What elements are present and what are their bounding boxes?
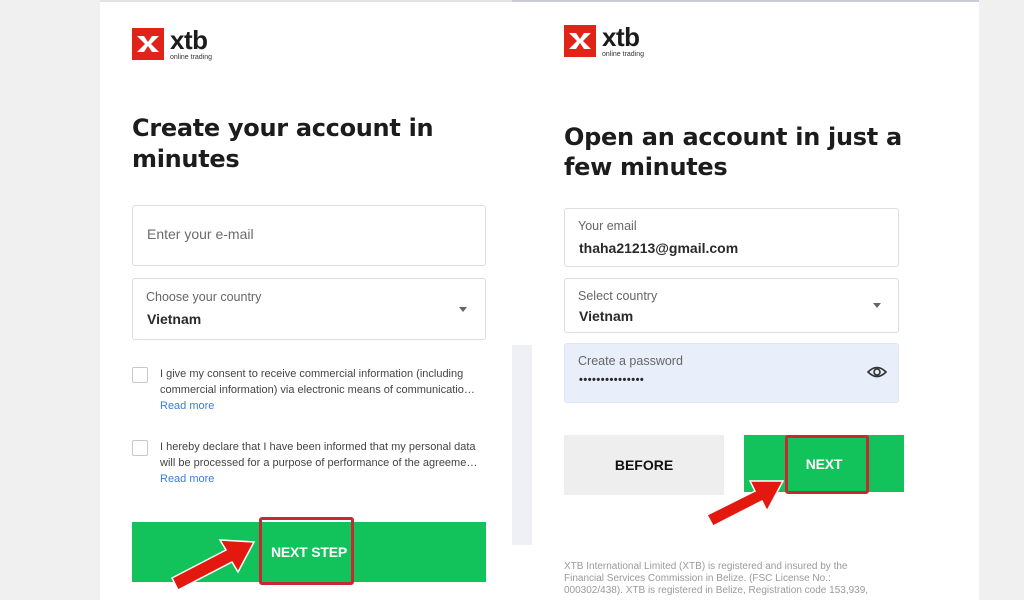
before-button[interactable]: BEFORE	[564, 435, 724, 495]
red-arrow-icon	[705, 480, 785, 527]
page-title: Create your account in minutes	[132, 113, 472, 175]
country-select[interactable]: Select country Vietnam	[564, 278, 899, 333]
marketing-consent-checkbox[interactable]	[132, 367, 148, 383]
country-select[interactable]: Choose your country Vietnam	[132, 278, 486, 340]
disclaimer-line-1: XTB International Limited (XTB) is regis…	[564, 561, 848, 572]
logo-wordmark: xtb	[602, 22, 640, 52]
consent-text-line-1: I give my consent to receive commercial …	[160, 368, 464, 380]
page-title: Open an account in just a few minutes	[564, 122, 904, 182]
page-title-line-2: minutes	[132, 145, 240, 173]
xtb-logo-left[interactable]: xtb online trading	[132, 27, 212, 61]
disclaimer-line-3: 000302/438). XTB is registered in Belize…	[564, 585, 869, 596]
read-more-link[interactable]: Read more	[160, 398, 478, 414]
disclaimer-line-2: Financial Services Commission in Belize.…	[564, 573, 831, 584]
country-label: Choose your country	[146, 290, 262, 304]
xtb-x-logo-icon	[132, 28, 164, 60]
highlight-box-next	[785, 435, 869, 494]
highlight-box-next-step	[259, 517, 354, 585]
email-label: Your email	[578, 219, 637, 233]
password-field[interactable]: Create a password •••••••••••••••	[564, 343, 899, 403]
logo-tagline: online trading	[170, 54, 213, 61]
password-value: •••••••••••••••	[579, 374, 645, 386]
page-title-line-1: Create your account in	[132, 114, 434, 142]
xtb-logo-right[interactable]: xtb online trading	[564, 24, 644, 58]
email-placeholder: Enter your e-mail	[147, 226, 254, 242]
legal-disclaimer: XTB International Limited (XTB) is regis…	[564, 561, 894, 597]
marketing-consent-row: I give my consent to receive commercial …	[132, 366, 478, 414]
password-label: Create a password	[578, 354, 683, 368]
red-arrow-icon	[170, 539, 256, 592]
email-field[interactable]: Enter your e-mail	[132, 205, 486, 266]
eye-icon[interactable]	[866, 364, 888, 385]
email-field[interactable]: Your email thaha21213@gmail.com	[564, 208, 899, 267]
email-value: thaha21213@gmail.com	[579, 240, 739, 256]
xtb-x-logo-icon	[564, 25, 596, 57]
logo-wordmark: xtb	[170, 25, 208, 55]
caret-down-icon	[459, 307, 467, 312]
declaration-text-line-2: will be processed for a purpose of perfo…	[160, 457, 478, 469]
country-value: Vietnam	[579, 308, 634, 324]
declaration-text-line-1: I hereby declare that I have been inform…	[160, 441, 476, 453]
country-value: Vietnam	[147, 311, 202, 327]
logo-tagline: online trading	[602, 51, 645, 58]
page-title-line-2: few minutes	[564, 153, 728, 181]
country-label: Select country	[578, 289, 658, 303]
caret-down-icon	[873, 303, 881, 308]
screenshot-stage: xtb online trading Create your account i…	[0, 0, 1024, 600]
data-processing-consent-checkbox[interactable]	[132, 440, 148, 456]
read-more-link[interactable]: Read more	[160, 471, 478, 487]
page-title-line-1: Open an account in just a	[564, 123, 902, 151]
consent-text-line-2: commercial information) via electronic m…	[160, 384, 478, 396]
data-processing-consent-row: I hereby declare that I have been inform…	[132, 439, 478, 487]
panel-divider-strip	[512, 345, 532, 545]
